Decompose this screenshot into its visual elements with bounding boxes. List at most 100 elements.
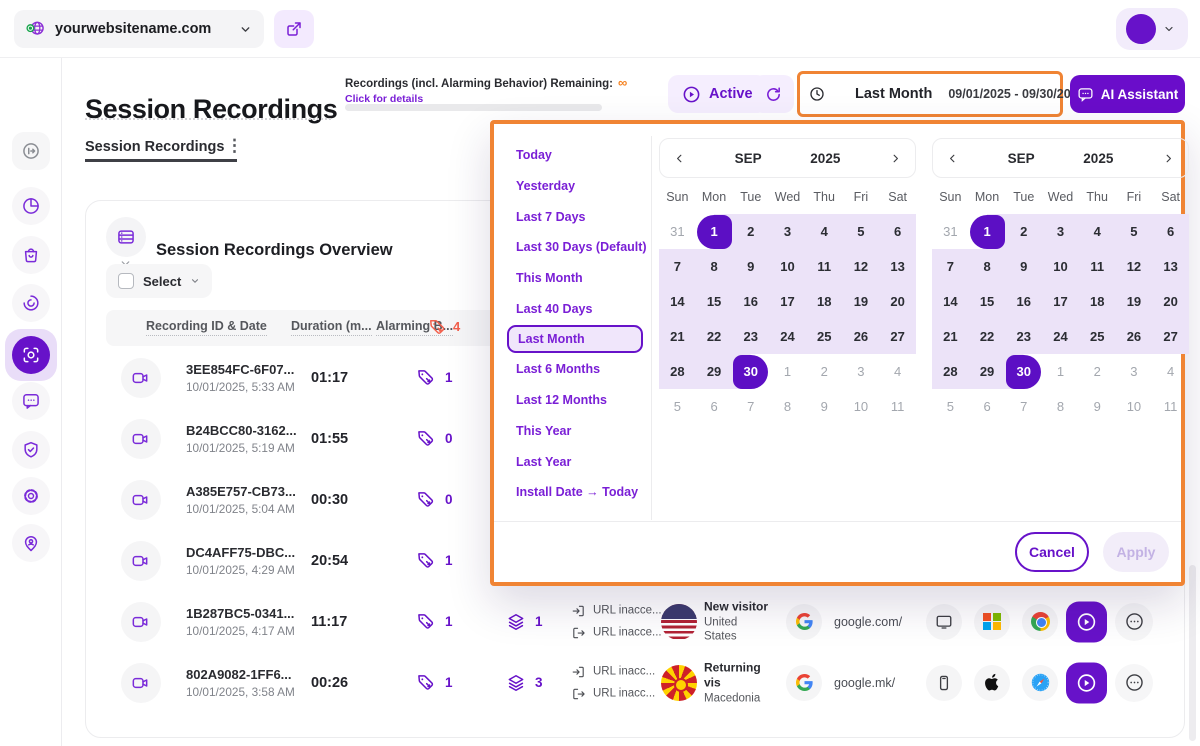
sidebar-item-location-pin[interactable] xyxy=(12,524,50,562)
calendar-day[interactable]: 27 xyxy=(879,319,916,354)
column-recording-id-date[interactable]: Recording ID & Date xyxy=(146,319,267,336)
play-recording-button[interactable] xyxy=(1066,601,1107,642)
calendar-day[interactable]: 23 xyxy=(732,319,769,354)
date-preset-yesterday[interactable]: Yesterday xyxy=(494,171,651,202)
calendar-day[interactable]: 12 xyxy=(843,249,880,284)
scrollbar[interactable] xyxy=(1189,565,1196,741)
calendar-day[interactable]: 12 xyxy=(1116,249,1153,284)
calendar-day[interactable]: 13 xyxy=(879,249,916,284)
calendar-day[interactable]: 18 xyxy=(806,284,843,319)
calendar-day[interactable]: 2 xyxy=(732,214,769,249)
open-website-button[interactable] xyxy=(274,10,314,48)
sidebar-item-session-recordings[interactable] xyxy=(5,329,57,381)
calendar-day[interactable]: 16 xyxy=(1005,284,1042,319)
calendar-day[interactable]: 27 xyxy=(1152,319,1189,354)
calendar-day[interactable]: 4 xyxy=(1152,354,1189,389)
calendar-day[interactable]: 31 xyxy=(932,214,969,249)
calendar-day[interactable]: 16 xyxy=(732,284,769,319)
calendar-day[interactable]: 1 xyxy=(696,214,733,249)
calendar-day[interactable]: 11 xyxy=(806,249,843,284)
calendar-day[interactable]: 23 xyxy=(1005,319,1042,354)
date-preset-last-12-months[interactable]: Last 12 Months xyxy=(494,385,651,416)
sidebar-item-shield-check[interactable] xyxy=(12,431,50,469)
calendar-day[interactable]: 9 xyxy=(1005,249,1042,284)
date-preset-last-year[interactable]: Last Year xyxy=(494,446,651,477)
date-range-button[interactable]: Last Month 09/01/2025 - 09/30/2025 xyxy=(797,71,1063,117)
refresh-button[interactable] xyxy=(753,75,794,113)
date-preset-today[interactable]: Today xyxy=(494,140,651,171)
calendar-day[interactable]: 7 xyxy=(732,389,769,424)
sidebar-item-shopping-bag[interactable] xyxy=(12,236,50,274)
date-preset-last-month[interactable]: Last Month xyxy=(507,325,643,353)
calendar-day[interactable]: 5 xyxy=(843,214,880,249)
calendar-day[interactable]: 30 xyxy=(1005,354,1042,389)
calendar-day[interactable]: 18 xyxy=(1079,284,1116,319)
date-preset-this-year[interactable]: This Year xyxy=(494,416,651,447)
select-button[interactable]: Select xyxy=(106,264,212,298)
calendar-day[interactable]: 4 xyxy=(806,214,843,249)
date-preset-last-7-days[interactable]: Last 7 Days xyxy=(494,201,651,232)
sidebar-item-settings-gear[interactable] xyxy=(12,477,50,515)
user-menu[interactable] xyxy=(1116,8,1188,50)
calendar-day[interactable]: 10 xyxy=(843,389,880,424)
calendar-day[interactable]: 19 xyxy=(1116,284,1153,319)
prev-month-icon[interactable] xyxy=(673,152,686,165)
calendar-day[interactable]: 15 xyxy=(696,284,733,319)
ai-assistant-button[interactable]: AI Assistant xyxy=(1070,75,1185,113)
calendar-day[interactable]: 9 xyxy=(1079,389,1116,424)
calendar-day[interactable]: 14 xyxy=(659,284,696,319)
calendar-day[interactable]: 3 xyxy=(769,214,806,249)
date-preset-last-30-days-default-[interactable]: Last 30 Days (Default) xyxy=(494,232,651,263)
calendar-day[interactable]: 4 xyxy=(879,354,916,389)
calendar-day[interactable]: 3 xyxy=(843,354,880,389)
calendar-day[interactable]: 8 xyxy=(696,249,733,284)
next-month-icon[interactable] xyxy=(889,152,902,165)
active-status-button[interactable]: Active xyxy=(668,75,767,113)
calendar-day[interactable]: 21 xyxy=(932,319,969,354)
cancel-button[interactable]: Cancel xyxy=(1015,532,1089,572)
calendar-day[interactable]: 2 xyxy=(806,354,843,389)
calendar-day[interactable]: 2 xyxy=(1005,214,1042,249)
calendar-day[interactable]: 7 xyxy=(659,249,696,284)
calendar-day[interactable]: 24 xyxy=(1042,319,1079,354)
tab-session-recordings[interactable]: Session Recordings xyxy=(85,139,224,155)
column-duration[interactable]: Duration (m... xyxy=(291,319,372,336)
calendar-day[interactable]: 17 xyxy=(1042,284,1079,319)
entry-url[interactable]: URL inacce... xyxy=(571,603,662,618)
calendar-day[interactable]: 1 xyxy=(769,354,806,389)
calendar-day[interactable]: 6 xyxy=(969,389,1006,424)
apply-button[interactable]: Apply xyxy=(1103,532,1169,572)
calendar-day[interactable]: 9 xyxy=(732,249,769,284)
date-preset-last-40-days[interactable]: Last 40 Days xyxy=(494,293,651,324)
date-preset-last-6-months[interactable]: Last 6 Months xyxy=(494,354,651,385)
play-recording-button[interactable] xyxy=(1066,662,1107,703)
date-preset-this-month[interactable]: This Month xyxy=(494,263,651,294)
calendar-day[interactable]: 26 xyxy=(843,319,880,354)
calendar-day[interactable]: 19 xyxy=(843,284,880,319)
calendar-day[interactable]: 8 xyxy=(1042,389,1079,424)
calendar-day[interactable]: 10 xyxy=(1116,389,1153,424)
calendar-day[interactable]: 25 xyxy=(1079,319,1116,354)
calendar-day[interactable]: 29 xyxy=(969,354,1006,389)
calendar-day[interactable]: 13 xyxy=(1152,249,1189,284)
calendar-day[interactable]: 1 xyxy=(1042,354,1079,389)
calendar-day[interactable]: 2 xyxy=(1079,354,1116,389)
calendar-day[interactable]: 20 xyxy=(1152,284,1189,319)
sidebar-item-feedback[interactable] xyxy=(12,382,50,420)
calendar-day[interactable]: 6 xyxy=(1152,214,1189,249)
calendar-day[interactable]: 17 xyxy=(769,284,806,319)
calendar-day[interactable]: 26 xyxy=(1116,319,1153,354)
calendar-day[interactable]: 30 xyxy=(732,354,769,389)
calendar-day[interactable]: 3 xyxy=(1116,354,1153,389)
calendar-day[interactable]: 8 xyxy=(969,249,1006,284)
calendar-day[interactable]: 1 xyxy=(969,214,1006,249)
calendar-day[interactable]: 7 xyxy=(1005,389,1042,424)
calendar-day[interactable]: 29 xyxy=(696,354,733,389)
calendar-day[interactable]: 5 xyxy=(1116,214,1153,249)
exit-url[interactable]: URL inacc... xyxy=(571,686,655,701)
tab-menu-kebab-icon[interactable]: ⋮ xyxy=(226,136,243,156)
calendar-day[interactable]: 22 xyxy=(696,319,733,354)
prev-month-icon[interactable] xyxy=(946,152,959,165)
sidebar-item-collapse[interactable] xyxy=(12,132,50,170)
calendar-day[interactable]: 20 xyxy=(879,284,916,319)
